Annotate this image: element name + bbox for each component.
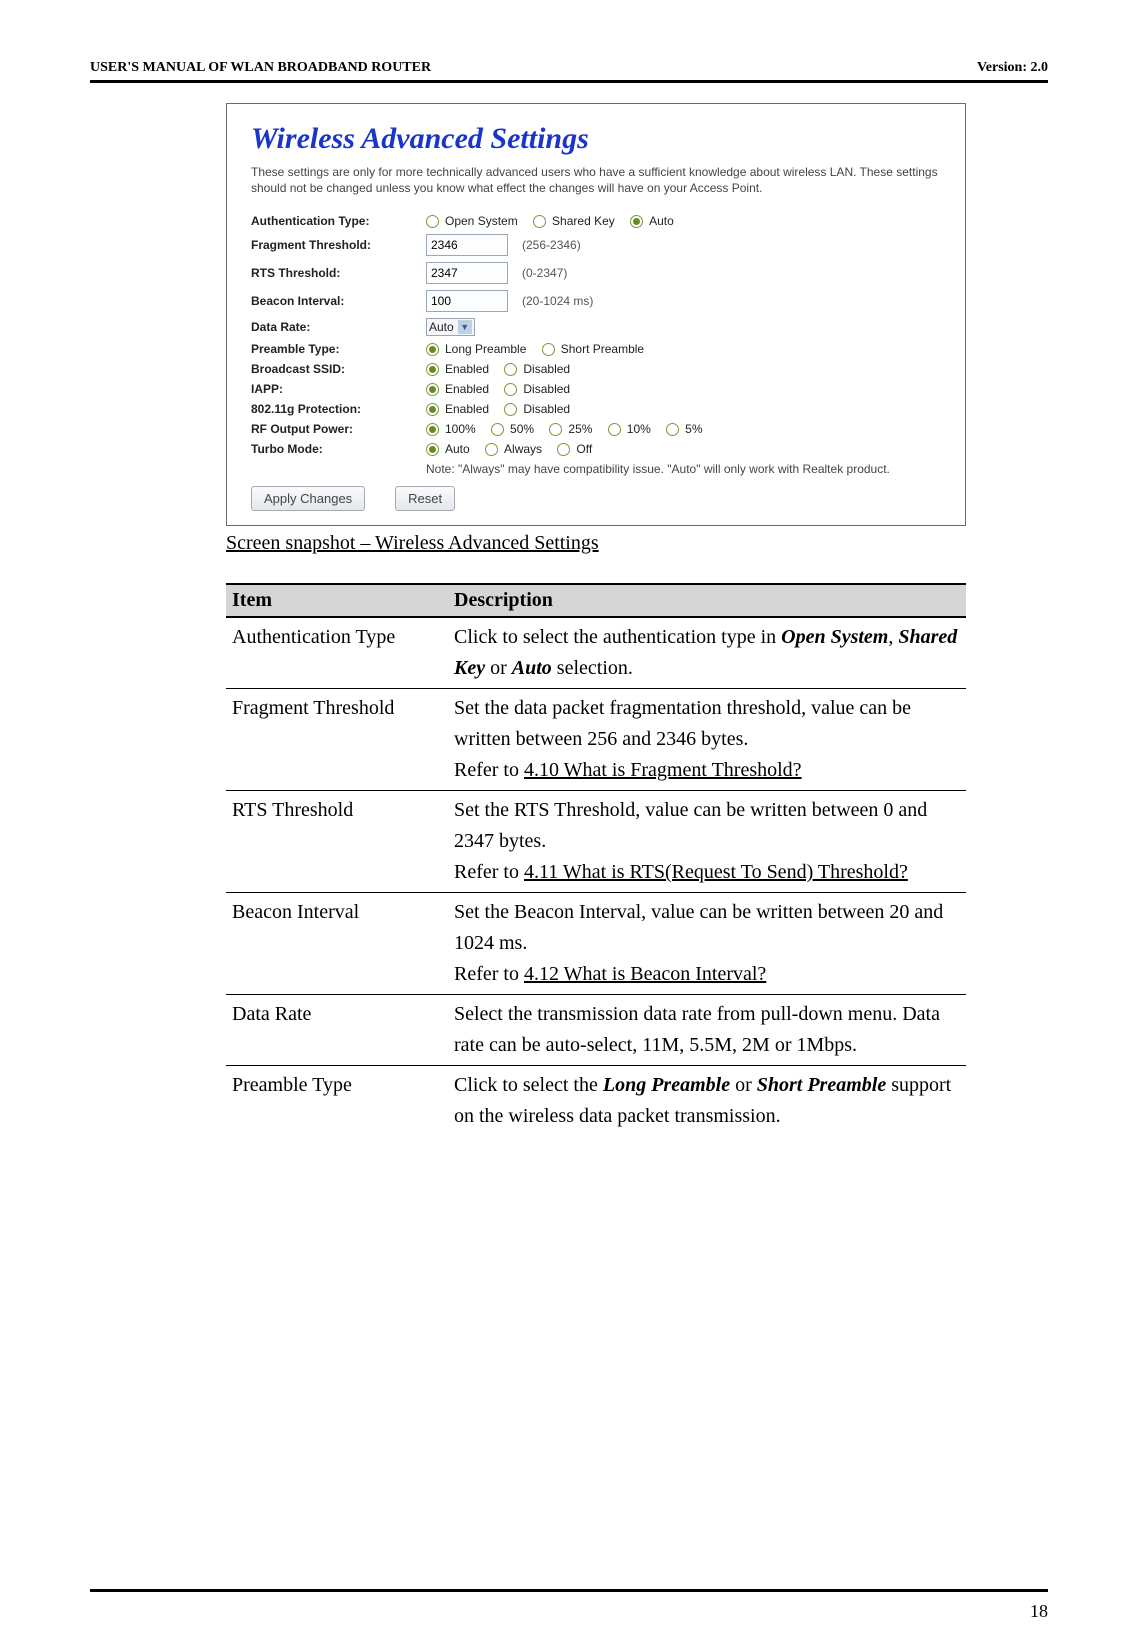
panel-title: Wireless Advanced Settings — [251, 122, 941, 156]
option-iapp-enabled: Enabled — [445, 382, 489, 396]
table-row: Preamble Type Click to select the Long P… — [226, 1066, 966, 1137]
table-row: Authentication Type Click to select the … — [226, 617, 966, 689]
rts-threshold-input[interactable] — [426, 262, 508, 284]
radio-long-preamble[interactable] — [426, 343, 439, 356]
option-prot-disabled: Disabled — [523, 402, 570, 416]
item-cell: Preamble Type — [226, 1066, 448, 1137]
radio-turbo-auto[interactable] — [426, 443, 439, 456]
option-turbo-auto: Auto — [445, 442, 470, 456]
desc-cell: Click to select the Long Preamble or Sho… — [448, 1066, 966, 1137]
radio-turbo-off[interactable] — [557, 443, 570, 456]
option-long-preamble: Long Preamble — [445, 342, 526, 356]
header-rule — [90, 80, 1048, 83]
protection-label: 802.11g Protection: — [251, 402, 426, 416]
desc-cell: Set the Beacon Interval, value can be wr… — [448, 893, 966, 995]
radio-auto[interactable] — [630, 215, 643, 228]
data-rate-value: Auto — [429, 320, 454, 334]
rts-range: (0-2347) — [522, 266, 567, 280]
link-rts[interactable]: 4.11 What is RTS(Request To Send) Thresh… — [524, 861, 908, 883]
radio-turbo-always[interactable] — [485, 443, 498, 456]
fragment-threshold-label: Fragment Threshold: — [251, 238, 426, 252]
radio-open-system[interactable] — [426, 215, 439, 228]
link-beacon[interactable]: 4.12 What is Beacon Interval? — [524, 963, 766, 985]
option-bssid-disabled: Disabled — [523, 362, 570, 376]
option-short-preamble: Short Preamble — [561, 342, 644, 356]
option-bssid-enabled: Enabled — [445, 362, 489, 376]
apply-changes-button[interactable]: Apply Changes — [251, 486, 365, 511]
item-cell: Beacon Interval — [226, 893, 448, 995]
option-auto: Auto — [649, 214, 674, 228]
beacon-interval-label: Beacon Interval: — [251, 294, 426, 308]
radio-bssid-enabled[interactable] — [426, 363, 439, 376]
auth-type-label: Authentication Type: — [251, 214, 426, 228]
data-rate-select[interactable]: Auto ▼ — [426, 318, 475, 336]
col-description: Description — [448, 584, 966, 617]
option-open-system: Open System — [445, 214, 518, 228]
radio-iapp-enabled[interactable] — [426, 383, 439, 396]
beacon-interval-input[interactable] — [426, 290, 508, 312]
option-rf-50: 50% — [510, 422, 534, 436]
radio-iapp-disabled[interactable] — [504, 383, 517, 396]
radio-rf-10[interactable] — [608, 423, 621, 436]
table-row: Beacon Interval Set the Beacon Interval,… — [226, 893, 966, 995]
link-fragment[interactable]: 4.10 What is Fragment Threshold? — [524, 759, 802, 781]
radio-shared-key[interactable] — [533, 215, 546, 228]
reset-button[interactable]: Reset — [395, 486, 455, 511]
screenshot-caption: Screen snapshot – Wireless Advanced Sett… — [226, 532, 1048, 555]
table-row: Fragment Threshold Set the data packet f… — [226, 689, 966, 791]
radio-prot-disabled[interactable] — [504, 403, 517, 416]
option-rf-10: 10% — [627, 422, 651, 436]
panel-description: These settings are only for more technic… — [251, 164, 941, 196]
radio-bssid-disabled[interactable] — [504, 363, 517, 376]
data-rate-label: Data Rate: — [251, 320, 426, 334]
radio-rf-50[interactable] — [491, 423, 504, 436]
option-rf-25: 25% — [568, 422, 592, 436]
header-right: Version: 2.0 — [977, 60, 1048, 76]
col-item: Item — [226, 584, 448, 617]
turbo-note: Note: "Always" may have compatibility is… — [426, 462, 941, 476]
page-number: 18 — [1030, 1601, 1048, 1622]
option-shared-key: Shared Key — [552, 214, 615, 228]
fragment-range: (256-2346) — [522, 238, 581, 252]
desc-cell: Click to select the authentication type … — [448, 617, 966, 689]
chevron-down-icon: ▼ — [458, 320, 472, 334]
radio-rf-100[interactable] — [426, 423, 439, 436]
turbo-mode-label: Turbo Mode: — [251, 442, 426, 456]
radio-prot-enabled[interactable] — [426, 403, 439, 416]
radio-rf-25[interactable] — [549, 423, 562, 436]
desc-cell: Set the data packet fragmentation thresh… — [448, 689, 966, 791]
beacon-range: (20-1024 ms) — [522, 294, 593, 308]
preamble-type-label: Preamble Type: — [251, 342, 426, 356]
desc-cell: Select the transmission data rate from p… — [448, 995, 966, 1066]
item-cell: Data Rate — [226, 995, 448, 1066]
rf-power-label: RF Output Power: — [251, 422, 426, 436]
option-rf-100: 100% — [445, 422, 476, 436]
option-rf-5: 5% — [685, 422, 702, 436]
table-row: Data Rate Select the transmission data r… — [226, 995, 966, 1066]
radio-rf-5[interactable] — [666, 423, 679, 436]
radio-short-preamble[interactable] — [542, 343, 555, 356]
item-cell: RTS Threshold — [226, 791, 448, 893]
option-turbo-always: Always — [504, 442, 542, 456]
footer-rule — [90, 1589, 1048, 1592]
option-iapp-disabled: Disabled — [523, 382, 570, 396]
rts-threshold-label: RTS Threshold: — [251, 266, 426, 280]
description-table: Item Description Authentication Type Cli… — [226, 583, 966, 1136]
desc-cell: Set the RTS Threshold, value can be writ… — [448, 791, 966, 893]
option-turbo-off: Off — [576, 442, 592, 456]
fragment-threshold-input[interactable] — [426, 234, 508, 256]
table-row: RTS Threshold Set the RTS Threshold, val… — [226, 791, 966, 893]
header-left: USER'S MANUAL OF WLAN BROADBAND ROUTER — [90, 60, 431, 76]
item-cell: Fragment Threshold — [226, 689, 448, 791]
option-prot-enabled: Enabled — [445, 402, 489, 416]
screenshot-panel: Wireless Advanced Settings These setting… — [226, 103, 966, 526]
broadcast-ssid-label: Broadcast SSID: — [251, 362, 426, 376]
iapp-label: IAPP: — [251, 382, 426, 396]
item-cell: Authentication Type — [226, 617, 448, 689]
